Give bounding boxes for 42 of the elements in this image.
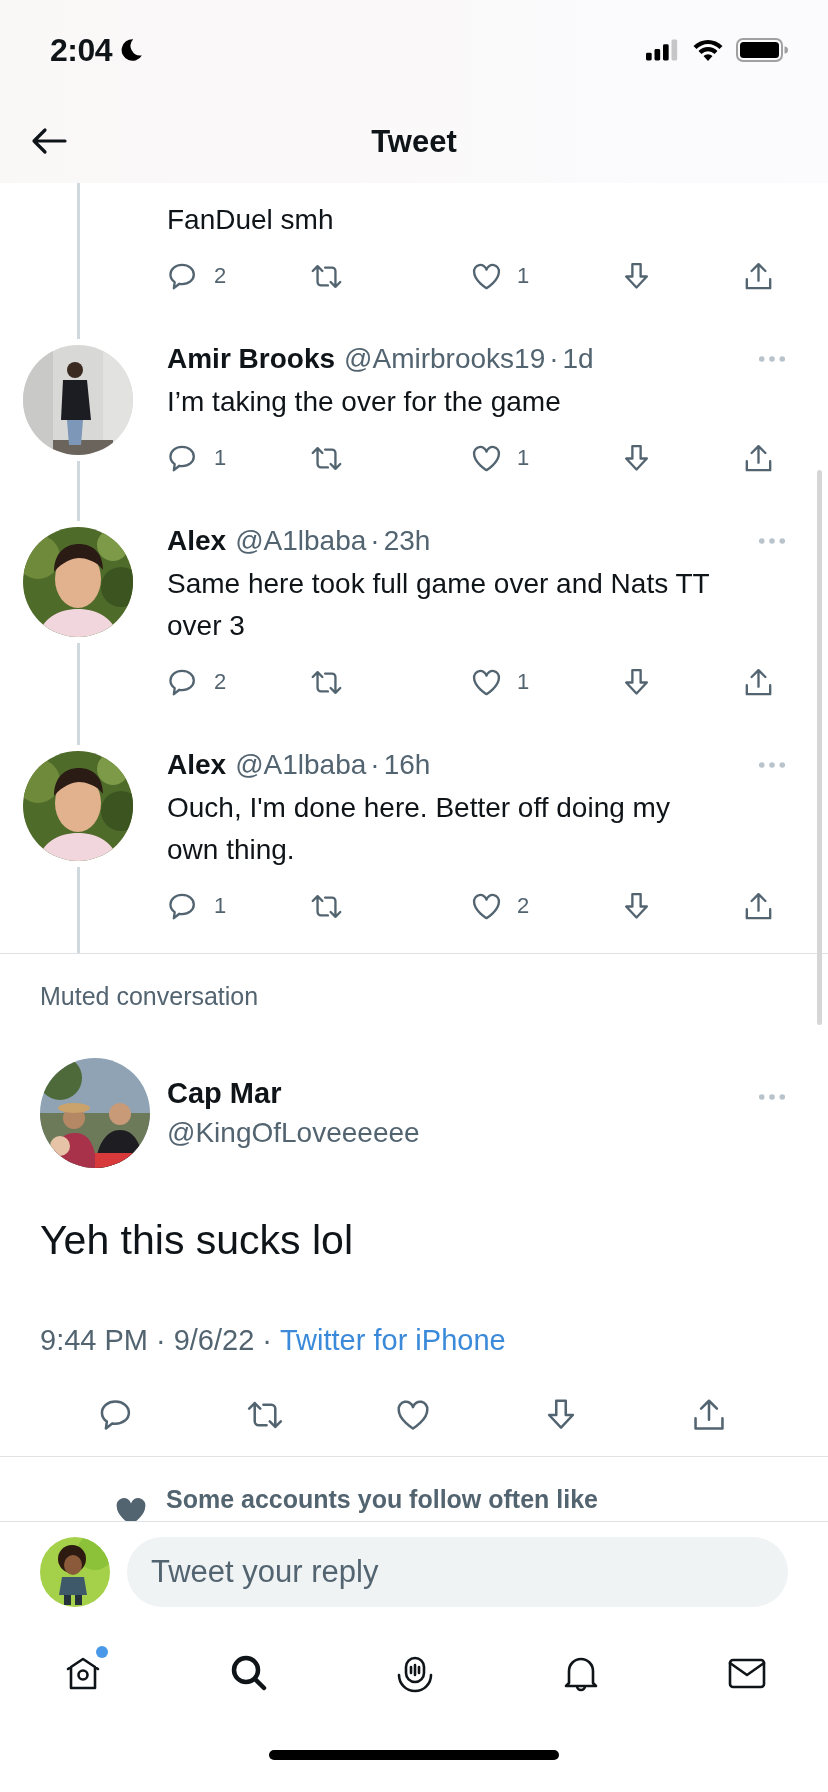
separator-dot: · [370, 749, 380, 781]
tweet-date: 9/6/22 [173, 1324, 255, 1356]
back-arrow-icon[interactable] [31, 127, 67, 155]
status-time: 2:04 [50, 31, 113, 69]
author-handle[interactable]: @KingOfLoveeeeee [167, 1115, 420, 1151]
like-count: 1 [517, 445, 530, 471]
reply-count: 1 [214, 445, 227, 471]
like-count: 1 [517, 263, 530, 289]
separator-dot: · [370, 525, 380, 557]
author-name[interactable]: Cap Mar [167, 1071, 420, 1115]
tweet-time: 23h [383, 525, 431, 557]
separator-dot: · [262, 1324, 272, 1356]
battery-icon [736, 38, 788, 62]
signal-icon [646, 39, 680, 61]
source-link[interactable]: Twitter for iPhone [280, 1324, 506, 1356]
separator-dot: · [156, 1324, 166, 1356]
section-label: Muted conversation [40, 982, 259, 1010]
author-name[interactable]: Alex [167, 525, 227, 557]
tweet-time: 9:44 PM [40, 1324, 148, 1356]
tweet-text: Same here took full game over and Nats TT over 3 [167, 567, 711, 643]
page-title: Tweet [371, 123, 457, 160]
reply-count: 2 [214, 263, 227, 289]
tweet-time: 16h [383, 749, 431, 781]
author-handle[interactable]: @Amirbrooks19 [344, 343, 546, 375]
author-handle[interactable]: @A1lbaba [235, 749, 367, 781]
author-name[interactable]: Alex [167, 749, 227, 781]
reply-count: 1 [214, 893, 227, 919]
like-count: 1 [517, 669, 530, 695]
author-name[interactable]: Amir Brooks [167, 343, 336, 375]
separator-dot: · [549, 343, 559, 375]
like-count: 2 [517, 893, 530, 919]
tweet-text: Yeh this sucks lol [40, 1216, 354, 1265]
reply-input-field[interactable]: Tweet your reply [127, 1536, 788, 1607]
reply-count: 2 [214, 669, 227, 695]
tweet-time: 1d [562, 343, 594, 375]
heart-icon [114, 1495, 148, 1521]
tweet-text: Ouch, I'm done here. Better off doing my own thing. [167, 791, 671, 867]
author-handle[interactable]: @A1lbaba [235, 525, 367, 557]
wifi-icon [692, 38, 724, 62]
tweet-text: I’m taking the over for the game [167, 385, 562, 419]
tweet-text: FanDuel smh [167, 203, 335, 237]
social-context-text: Some accounts you follow often like [166, 1484, 598, 1515]
